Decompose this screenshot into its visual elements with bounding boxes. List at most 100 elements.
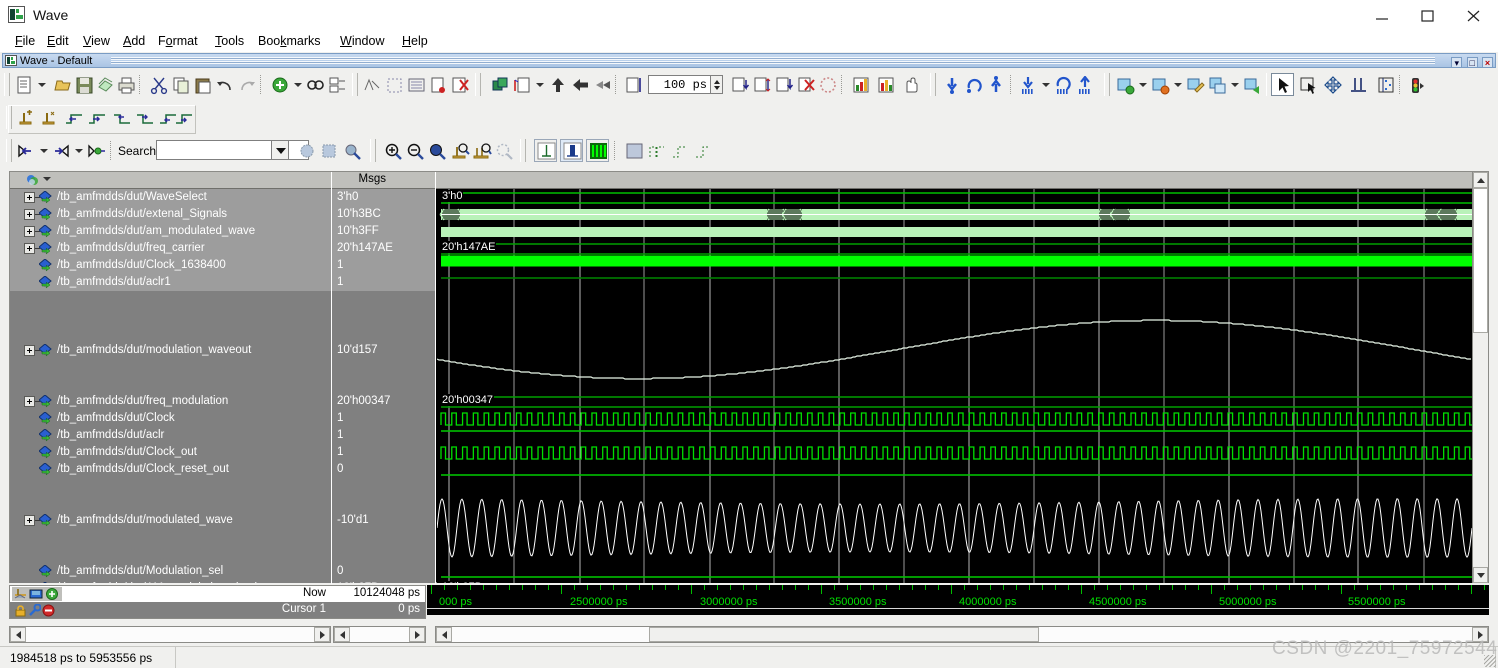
name-scroll-track[interactable] [26,627,314,642]
signal-row[interactable]: /tb_amfmdds/dut/freq_carrier [10,240,331,257]
signal-row[interactable]: /tb_amfmdds/dut/extenal_Signals [10,206,331,223]
rotate-blue-icon[interactable] [962,73,985,96]
cursor-delete-icon[interactable] [794,73,817,96]
falling-edge-prev-icon[interactable] [110,106,133,129]
cut-icon[interactable] [147,73,170,96]
signal-filter-icon[interactable] [26,174,39,187]
zoom-add-icon[interactable] [1113,73,1136,96]
name-horizontal-scrollbar[interactable] [9,626,331,643]
name-scroll-right-button[interactable] [314,627,330,642]
find-icon[interactable] [303,73,326,96]
reload-icon[interactable] [93,73,116,96]
next-edge-icon[interactable] [85,106,108,129]
zoom-remove-icon[interactable] [1148,73,1171,96]
combine-icon[interactable] [510,73,533,96]
toolbar-grip-9[interactable] [370,139,376,162]
signal-row[interactable]: /tb_amfmdds/dut/modulation_waveout [10,342,331,359]
zoom-cursor-icon[interactable] [448,139,471,162]
search-prev-icon[interactable] [295,139,318,162]
search-dropdown-icon[interactable] [271,140,289,160]
rising-edge-next-icon[interactable] [172,106,195,129]
wave-format-bar-icon[interactable] [586,139,609,162]
expand-signal-icon[interactable] [14,139,37,162]
collapse-signal-icon[interactable] [49,139,72,162]
down-wave-icon[interactable] [1016,73,1039,96]
wave-pane-maximize-button[interactable]: □ [1467,57,1478,68]
menu-bookmarks[interactable]: Bookmarks [252,33,327,49]
value-wave-splitter[interactable] [435,172,436,584]
zoom-edit-icon[interactable] [1183,73,1206,96]
value-scroll-track[interactable] [350,627,409,642]
wave-pane-restore-button[interactable]: ▾ [1451,57,1462,68]
grid-step2-icon[interactable] [691,139,714,162]
signal-name-column[interactable]: /tb_amfmdds/dut/WaveSelect/tb_amfmdds/du… [10,189,331,583]
minimize-button[interactable] [1360,0,1406,30]
toolbar-grip-1[interactable] [4,73,10,96]
time-step-spinner[interactable] [710,75,723,94]
hand-pan-icon[interactable] [899,73,922,96]
wave-log-icon[interactable] [426,73,449,96]
wrench-icon[interactable] [28,604,41,620]
menu-format[interactable]: Format [152,33,204,49]
expand-toggle-icon[interactable] [24,192,35,203]
signal-row[interactable]: /tb_amfmdds/dut/freq_modulation [10,393,331,410]
cursor-lock-icon[interactable] [816,73,839,96]
grid-edge-icon[interactable] [645,139,668,162]
menu-tools[interactable]: Tools [209,33,250,49]
time-step-field[interactable]: 100 ps [648,75,710,94]
cursor-align-icon[interactable] [1346,73,1369,96]
zoom-full-icon[interactable] [425,139,448,162]
expand-all-icon[interactable] [84,139,107,162]
signal-filter-dropdown-icon[interactable] [43,177,51,181]
expand-toggle-icon[interactable] [24,515,35,526]
signal-row[interactable]: /tb_amfmdds/dut/Clock_1638400 [10,257,331,274]
grid-config-icon[interactable] [1374,73,1397,96]
expand-toggle-icon[interactable] [24,209,35,220]
insert-breakpoint-icon[interactable] [14,106,37,129]
signal-value-column[interactable]: 3'h010'h3BC10'h3FF20'h147AE1110'd15720'h… [332,189,435,583]
down-blue-icon[interactable] [940,73,963,96]
wave-pane-close-button[interactable]: × [1482,57,1493,68]
grid-step1-icon[interactable] [668,139,691,162]
wave-list-icon[interactable] [404,73,427,96]
value-scroll-right-button[interactable] [409,627,425,642]
move-icon[interactable] [1321,73,1344,96]
wave-delete-icon[interactable] [448,73,471,96]
expand-toggle-icon[interactable] [24,243,35,254]
select-arrow-icon[interactable] [1271,73,1294,96]
signal-row[interactable]: /tb_amfmdds/dut/Clock_reset_out [10,461,331,478]
undo-icon[interactable] [213,73,236,96]
add-icon[interactable] [268,73,291,96]
close-button[interactable] [1452,0,1498,30]
prev-edge-icon[interactable] [62,106,85,129]
wave-compare-icon[interactable] [360,73,383,96]
print-icon[interactable] [114,73,137,96]
wave-vertical-scrollbar[interactable] [1472,172,1488,583]
expand-toggle-icon[interactable] [24,396,35,407]
zoom-last-icon[interactable] [492,139,515,162]
bookmark-add-icon[interactable] [849,73,872,96]
signal-row[interactable]: /tb_amfmdds/dut/Clock [10,410,331,427]
toolbar-grip-5[interactable] [1104,73,1110,96]
left-arrow-icon[interactable] [568,73,591,96]
bookmark-list-icon[interactable] [874,73,897,96]
signal-row[interactable]: /tb_amfmdds/dut/Modulation_sel [10,563,331,580]
search-config-icon[interactable] [340,139,363,162]
time-ruler[interactable]: 000 ps2500000 ps3000000 ps3500000 ps4000… [427,585,1489,615]
clear-breakpoint-icon[interactable] [37,106,60,129]
save-icon[interactable] [72,73,95,96]
wave-format-literal-icon[interactable] [534,139,557,162]
toolbar-grip-10[interactable] [520,139,526,162]
group-icon[interactable] [488,73,511,96]
signal-row[interactable]: /tb_amfmdds/dut/WaveSelect [10,189,331,206]
new-file-dropdown-icon[interactable] [34,75,51,94]
wave-scrollbar-thumb[interactable] [649,627,1039,642]
menu-window[interactable]: Window [334,33,390,49]
cursor-down-icon[interactable] [728,73,751,96]
zoom-out-icon[interactable] [403,139,426,162]
signal-row[interactable]: /tb_amfmdds/dut/Clock_out [10,444,331,461]
toolbar-grip-3[interactable] [475,73,481,96]
up-blue-icon[interactable] [984,73,1007,96]
menu-add[interactable]: Add [117,33,151,49]
name-scroll-left-button[interactable] [10,627,26,642]
